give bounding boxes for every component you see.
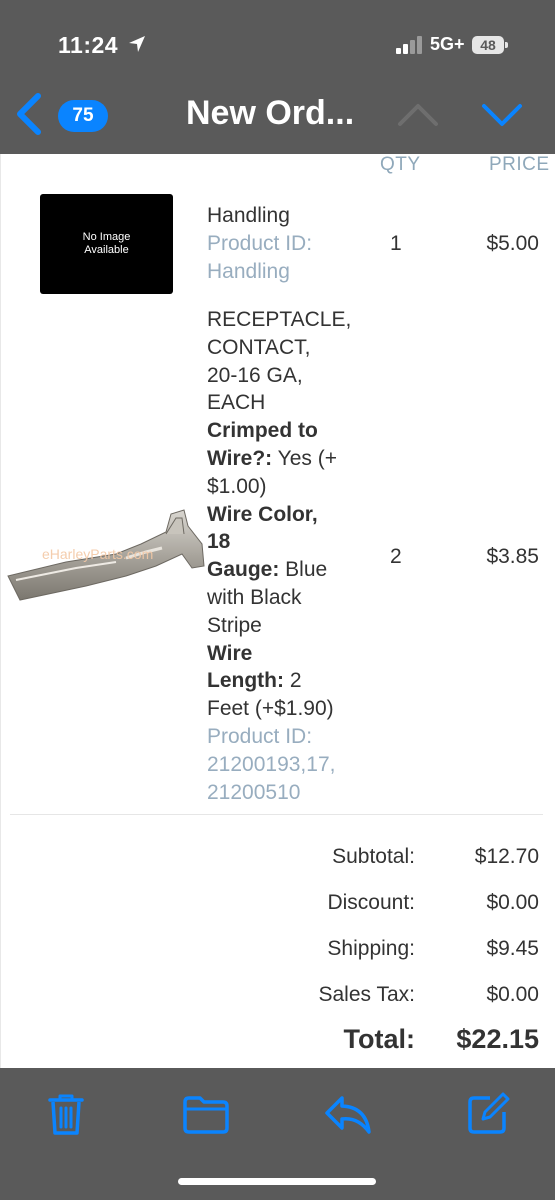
item-name-line: CONTACT,: [207, 335, 311, 359]
items-divider: [10, 814, 543, 815]
sales-tax-value: $0.00: [486, 983, 539, 1006]
option-value: with Black: [207, 585, 302, 609]
message-title: New Ord...: [186, 94, 355, 132]
qty-column-header: QTY: [380, 154, 421, 175]
option-label: Wire: [207, 641, 253, 665]
shipping-label: Shipping:: [327, 937, 415, 960]
item-name: Handling: [207, 204, 290, 227]
subtotal-value: $12.70: [474, 845, 539, 868]
discount-label: Discount:: [327, 891, 415, 914]
item-qty: 2: [390, 545, 402, 568]
option-label: Crimped to: [207, 419, 318, 443]
compose-icon[interactable]: [466, 1092, 510, 1136]
item-name-line: RECEPTACLE,: [207, 308, 352, 331]
item-qty: 1: [390, 232, 402, 255]
battery-icon: 48: [472, 36, 508, 54]
option-value: Yes (+: [272, 446, 337, 470]
discount-value: $0.00: [486, 891, 539, 914]
shipping-value: $9.45: [486, 937, 539, 960]
option-value: Feet (+$1.90): [207, 697, 334, 721]
item-price: $3.85: [486, 545, 539, 568]
network-type: 5G+: [430, 34, 465, 54]
product-id-value: 21200510: [207, 780, 301, 804]
order-email-body: QTY PRICE No Image Available Handling Pr…: [0, 154, 555, 1068]
item-description: RECEPTACLE, CONTACT, 20-16 GA, EACH Crim…: [207, 306, 352, 806]
content-edge: [0, 154, 1, 1068]
option-value: Stripe: [207, 613, 262, 637]
previous-message-chevron-up-icon[interactable]: [396, 100, 440, 130]
option-value: 2: [283, 669, 302, 693]
product-id-label: Product ID:: [207, 231, 313, 255]
option-label: Wire?:: [207, 446, 273, 470]
battery-level: 48: [480, 37, 496, 53]
option-label: Length:: [207, 669, 284, 693]
product-id-label: Product ID:: [207, 724, 313, 748]
product-image-watermark: eHarleyParts.com: [42, 546, 154, 562]
option-value: Blue: [279, 558, 328, 582]
next-message-chevron-down-icon[interactable]: [480, 100, 524, 130]
location-arrow-icon: [129, 36, 145, 52]
trash-icon[interactable]: [44, 1092, 88, 1136]
status-time: 11:24: [58, 32, 119, 58]
sales-tax-label: Sales Tax:: [318, 983, 416, 1006]
item-price: $5.00: [486, 232, 539, 255]
cellular-signal-icon: [396, 36, 422, 54]
item-description: Handling Product ID: Handling: [207, 202, 347, 285]
folder-icon[interactable]: [182, 1092, 230, 1136]
option-label: Gauge:: [207, 558, 280, 582]
total-value: $22.15: [456, 1024, 539, 1054]
no-image-placeholder: No Image Available: [40, 194, 173, 294]
product-id-value: Handling: [207, 259, 290, 283]
option-label: 18: [207, 530, 231, 554]
option-value: $1.00): [207, 474, 267, 498]
unread-count-badge[interactable]: 75: [58, 100, 108, 132]
price-column-header: PRICE: [489, 154, 550, 175]
subtotal-label: Subtotal:: [332, 845, 415, 868]
total-label: Total:: [343, 1024, 415, 1054]
option-label: Wire Color,: [207, 502, 318, 526]
status-bar: 11:24 5G+ 48: [0, 0, 555, 80]
item-name-line: 20-16 GA,: [207, 363, 303, 387]
item-name-line: EACH: [207, 391, 266, 415]
reply-icon[interactable]: [324, 1092, 372, 1136]
back-chevron-icon[interactable]: [12, 92, 48, 136]
home-indicator[interactable]: [178, 1178, 376, 1185]
nav-bar: 75 New Ord...: [0, 80, 555, 154]
product-id-value: 21200193,17,: [207, 752, 336, 776]
